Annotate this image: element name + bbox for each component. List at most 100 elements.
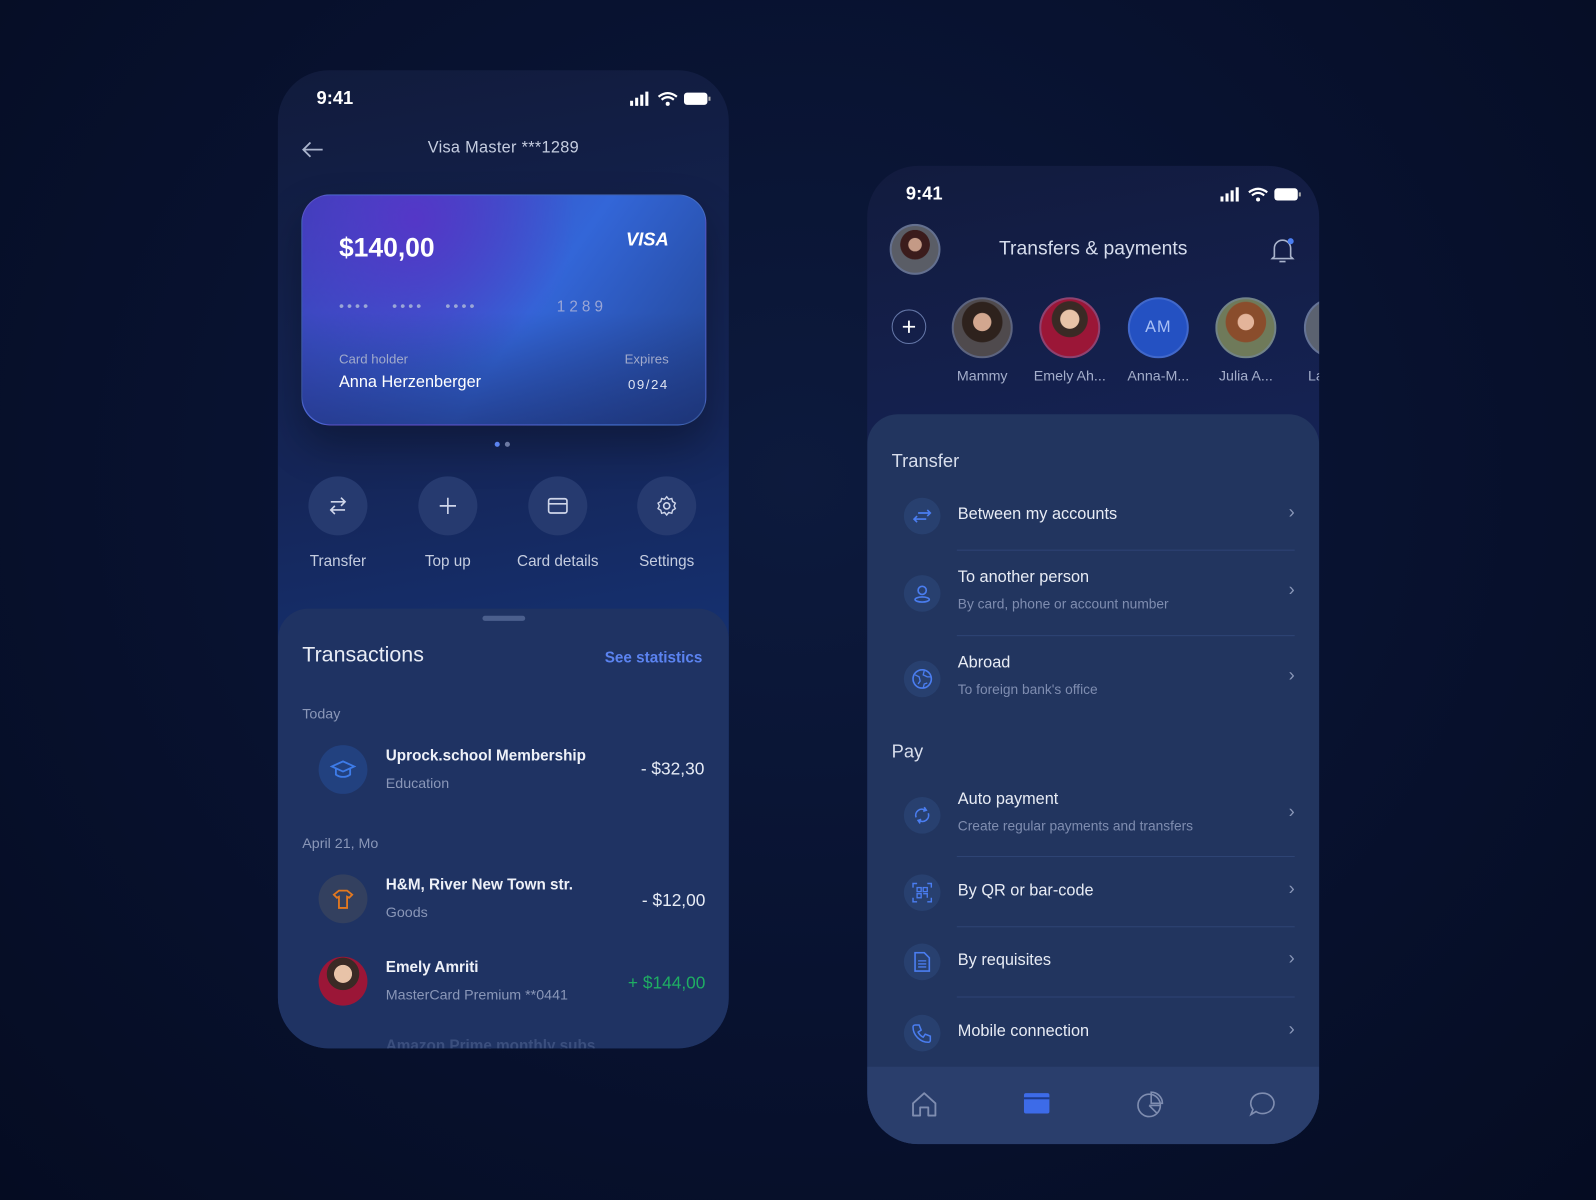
transaction-row[interactable]: Uprock.school Membership Education - $32… bbox=[318, 745, 706, 796]
transaction-row[interactable]: H&M, River New Town str. Goods - $12,00 bbox=[318, 874, 705, 925]
contact-emely[interactable]: Emely Ah... bbox=[1024, 297, 1116, 384]
transfer-button[interactable]: Transfer bbox=[282, 476, 394, 570]
bank-card[interactable]: $140,00 VISA •••• •••• •••• 1289 Card ho… bbox=[301, 194, 707, 426]
contact-name: Anna-M... bbox=[1127, 367, 1190, 384]
contact-name: Emely Ah... bbox=[1033, 367, 1106, 384]
signal-wifi-battery-icon bbox=[630, 91, 711, 106]
card-pager[interactable] bbox=[494, 441, 510, 447]
phone-icon bbox=[903, 1014, 941, 1052]
transaction-row[interactable]: Emely Amriti MasterCard Premium **0441 +… bbox=[318, 956, 706, 1008]
plus-icon bbox=[902, 320, 916, 333]
option-mobile-connection[interactable]: Mobile connection › bbox=[892, 1009, 1299, 1058]
option-title: Auto payment bbox=[957, 790, 1059, 809]
refresh-icon bbox=[903, 796, 941, 834]
home-icon bbox=[912, 1092, 937, 1117]
transaction-title-partial: Amazon Prime monthly subs bbox=[385, 1037, 596, 1049]
swap-arrows-icon bbox=[903, 497, 941, 535]
option-title: By requisites bbox=[957, 951, 1052, 970]
option-title: Between my accounts bbox=[957, 505, 1118, 524]
divider bbox=[956, 856, 1295, 858]
add-contact-button[interactable] bbox=[891, 309, 927, 345]
option-auto-payment[interactable]: Auto payment Create regular payments and… bbox=[892, 789, 1299, 842]
transfers-screen: 9:41 Transfers & payments Mammy Emely Ah… bbox=[867, 165, 1320, 1145]
option-qr-code[interactable]: By QR or bar-code › bbox=[892, 868, 1299, 917]
expires-label: Expires bbox=[624, 351, 669, 367]
transfer-arrows-icon bbox=[329, 497, 347, 515]
card-details-button[interactable]: Card details bbox=[502, 476, 614, 570]
settings-button[interactable]: Settings bbox=[611, 476, 723, 570]
nav-chat[interactable] bbox=[1248, 1090, 1277, 1124]
divider bbox=[956, 635, 1295, 637]
card-details-label: Card details bbox=[517, 552, 599, 571]
contact-julia[interactable]: Julia A... bbox=[1200, 297, 1292, 384]
transaction-subtitle: Goods bbox=[385, 903, 428, 921]
settings-label: Settings bbox=[639, 552, 695, 571]
contact-name: La bbox=[1307, 367, 1319, 384]
person-icon bbox=[903, 575, 941, 612]
see-statistics-link[interactable]: See statistics bbox=[605, 649, 703, 666]
option-title: Mobile connection bbox=[957, 1022, 1090, 1041]
card-last4: 1289 bbox=[556, 298, 608, 316]
card-details-screen: 9:41 Visa Master ***1289 $140,00 VISA ••… bbox=[277, 70, 729, 1049]
contact-partial[interactable]: La bbox=[1303, 297, 1320, 384]
transactions-title: Transactions bbox=[302, 643, 424, 667]
qr-code-icon bbox=[903, 874, 941, 911]
option-title: To another person bbox=[957, 568, 1090, 587]
card-icon bbox=[1023, 1093, 1050, 1114]
top-up-button[interactable]: Top up bbox=[392, 476, 504, 570]
pager-dot-active[interactable] bbox=[494, 441, 500, 447]
plus-icon bbox=[439, 497, 457, 515]
divider bbox=[956, 996, 1295, 998]
pager-dot[interactable] bbox=[504, 441, 510, 447]
transaction-amount: + $144,00 bbox=[627, 973, 706, 993]
nav-statistics[interactable] bbox=[1136, 1090, 1165, 1124]
bell-icon bbox=[1270, 238, 1295, 263]
option-subtitle: Create regular payments and transfers bbox=[957, 818, 1194, 834]
option-another-person[interactable]: To another person By card, phone or acco… bbox=[892, 567, 1299, 620]
transfer-options-panel: Transfer Between my accounts › To anothe… bbox=[867, 414, 1320, 1145]
option-between-accounts[interactable]: Between my accounts › bbox=[892, 492, 1299, 541]
contact-avatar bbox=[951, 297, 1013, 359]
nav-home[interactable] bbox=[910, 1090, 939, 1124]
avatar bbox=[318, 956, 368, 1006]
card-holder-name: Anna Herzenberger bbox=[338, 373, 482, 391]
transaction-title: H&M, River New Town str. bbox=[385, 876, 573, 894]
globe-icon bbox=[903, 660, 941, 698]
visa-logo: VISA bbox=[625, 229, 669, 250]
notifications-button[interactable] bbox=[1270, 237, 1295, 269]
date-group-label: April 21, Mo bbox=[302, 834, 379, 851]
status-time: 9:41 bbox=[905, 183, 943, 204]
sheet-handle[interactable] bbox=[482, 615, 526, 621]
page-title: Visa Master ***1289 bbox=[427, 139, 579, 157]
option-title: Abroad bbox=[957, 654, 1011, 672]
tshirt-icon bbox=[318, 874, 368, 924]
option-abroad[interactable]: Abroad To foreign bank's office › bbox=[892, 652, 1299, 705]
contact-avatar bbox=[1303, 297, 1320, 359]
option-requisites[interactable]: By requisites › bbox=[892, 937, 1299, 986]
status-icons bbox=[1220, 186, 1301, 207]
contact-anna[interactable]: AM Anna-M... bbox=[1113, 297, 1205, 384]
transaction-amount: - $32,30 bbox=[640, 759, 705, 779]
contact-name: Julia A... bbox=[1218, 367, 1273, 384]
page-title: Transfers & payments bbox=[998, 238, 1188, 260]
chevron-right-icon: › bbox=[1288, 664, 1295, 686]
status-icons bbox=[630, 91, 711, 112]
divider bbox=[956, 549, 1295, 551]
signal-wifi-battery-icon bbox=[1220, 187, 1301, 202]
expires-value: 09/24 bbox=[627, 376, 669, 392]
section-title-pay: Pay bbox=[891, 741, 924, 762]
section-title-transfer: Transfer bbox=[891, 450, 960, 472]
contact-mammy[interactable]: Mammy bbox=[936, 297, 1028, 384]
transfer-label: Transfer bbox=[309, 552, 367, 571]
option-subtitle: By card, phone or account number bbox=[957, 596, 1169, 612]
card-number-mask: •••• •••• •••• bbox=[338, 297, 478, 314]
transaction-title: Emely Amriti bbox=[385, 958, 479, 977]
chevron-right-icon: › bbox=[1288, 501, 1295, 523]
option-subtitle: To foreign bank's office bbox=[957, 681, 1098, 698]
divider bbox=[956, 926, 1295, 928]
status-time: 9:41 bbox=[316, 87, 354, 108]
nav-cards[interactable] bbox=[1023, 1091, 1052, 1121]
chevron-right-icon: › bbox=[1288, 579, 1295, 600]
graduation-cap-icon bbox=[318, 745, 368, 794]
gear-icon bbox=[657, 495, 677, 517]
